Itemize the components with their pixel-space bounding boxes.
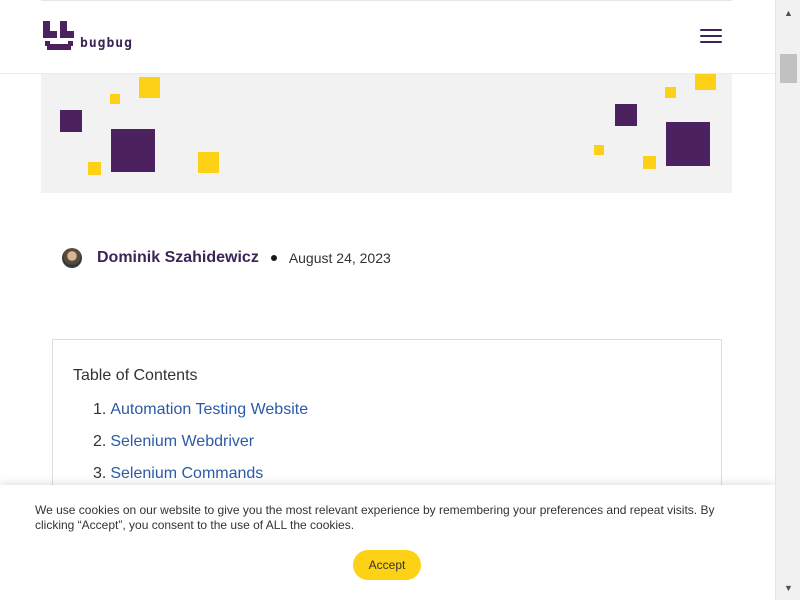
scroll-up-arrow-icon[interactable]: ▲ (776, 0, 800, 25)
decor-square (665, 87, 676, 98)
scrollbar-thumb[interactable] (780, 54, 797, 83)
cookie-message: We use cookies on our website to give yo… (35, 503, 715, 532)
toc-item: 1. Automation Testing Website (93, 400, 308, 432)
bugbug-logo-icon (43, 21, 74, 50)
toc-list: 1. Automation Testing Website 2. Selenium … (93, 400, 308, 496)
hero-banner (41, 74, 732, 193)
toc-item-number: 1. (93, 401, 107, 418)
header-top-divider (41, 0, 732, 1)
author-name[interactable]: Dominik Szahidewicz (97, 249, 259, 267)
decor-square (198, 152, 219, 173)
decor-square (615, 104, 637, 126)
toc-link-automation-testing-website[interactable]: Automation Testing Website (110, 401, 308, 418)
decor-square (643, 156, 656, 169)
toc-link-selenium-commands[interactable]: Selenium Commands (110, 465, 263, 482)
decor-square (110, 94, 120, 104)
logo-wordmark: bugbug (80, 36, 133, 51)
post-date: August 24, 2023 (288, 250, 391, 266)
accept-cookies-button[interactable]: Accept (353, 550, 421, 580)
page-scrollbar[interactable]: ▲ ▼ (775, 0, 800, 600)
toc-item-number: 3. (93, 465, 107, 482)
toc-item: 2. Selenium Webdriver (93, 432, 308, 464)
toc-title: Table of Contents (73, 367, 198, 384)
decor-square (594, 145, 604, 155)
decor-square (666, 122, 710, 166)
toc-item-number: 2. (93, 433, 107, 450)
toc-link-selenium-webdriver[interactable]: Selenium Webdriver (110, 433, 254, 450)
bugbug-logo[interactable]: bugbug (43, 20, 133, 52)
decor-square (139, 77, 160, 98)
post-meta: Dominik Szahidewicz August 24, 2023 (62, 247, 391, 269)
table-of-contents: Table of Contents 1. Automation Testing W… (52, 339, 722, 509)
author-avatar (62, 248, 82, 268)
decor-square (60, 110, 82, 132)
scroll-down-arrow-icon[interactable]: ▼ (776, 575, 800, 600)
cookie-consent-banner: We use cookies on our website to give yo… (0, 485, 775, 600)
meta-separator-dot (270, 255, 277, 261)
decor-square (88, 162, 101, 175)
decor-square (111, 129, 155, 172)
hamburger-menu-icon[interactable] (700, 27, 722, 45)
site-header: bugbug (0, 0, 775, 74)
decor-square (695, 74, 716, 90)
